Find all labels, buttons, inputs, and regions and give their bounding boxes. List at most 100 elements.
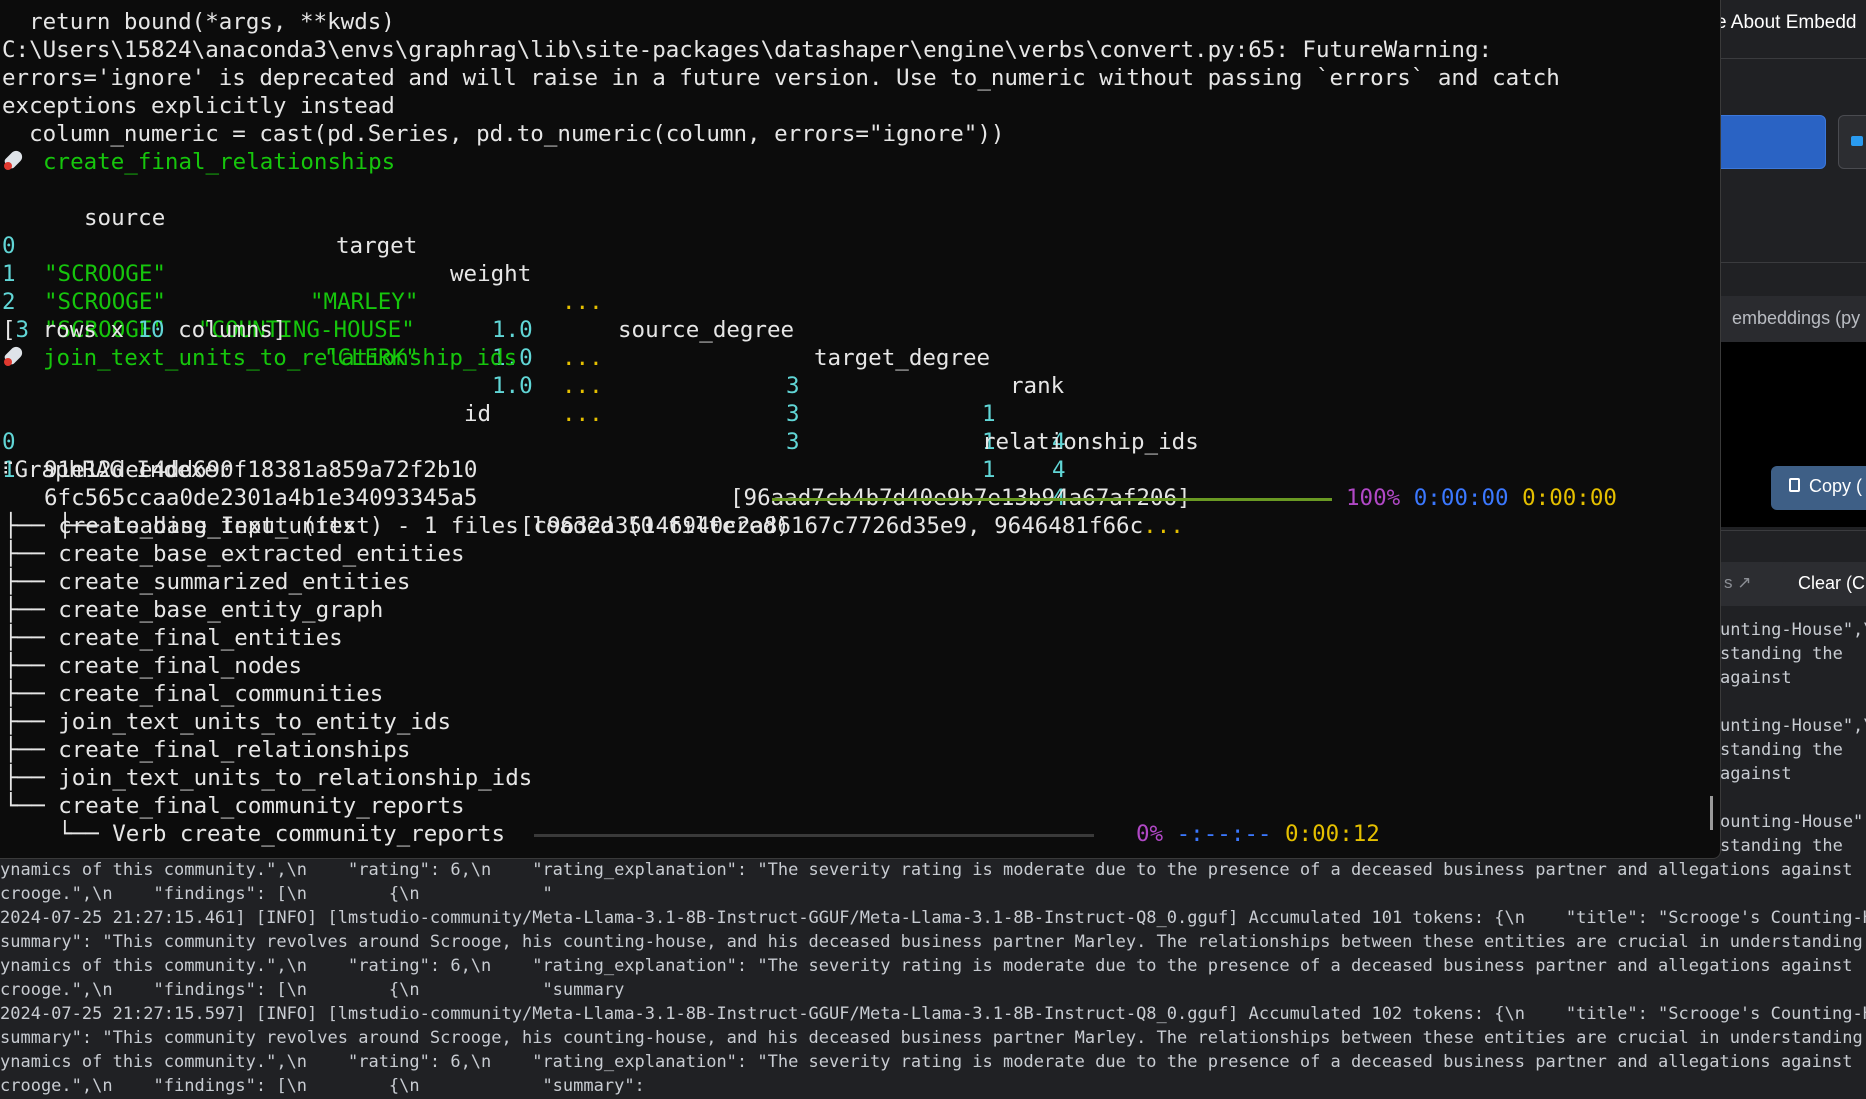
col-header-source: source [84, 205, 166, 231]
tree-item-label: join_text_units_to_entity_ids [58, 709, 452, 735]
tree-branch-icon: ├── [4, 681, 45, 707]
table-summary: [3 rows x 10 columns] [2, 316, 286, 344]
cell-source-degree: 3 [786, 401, 800, 427]
log-line: summary": "This community revolves aroun… [0, 1028, 1866, 1048]
tree-item-loading: ├── Loading Input (text) - 1 files loade… [4, 484, 790, 539]
log-line: standing the [1720, 836, 1843, 856]
col-header-ellipsis: ... [562, 289, 603, 315]
cell-source: "SCROOGE" [44, 261, 166, 287]
tree-item: ├── create_final_nodes [4, 652, 302, 680]
log-line: summary": "This community revolves aroun… [0, 932, 1866, 952]
col-header-weight: weight [450, 261, 532, 287]
loading-progress-stats: 100% 0:00:00 0:00:00 [1346, 484, 1617, 512]
cell-weight: 1.0 [492, 317, 533, 343]
summary-text: columns] [164, 317, 287, 343]
log-line: standing the [1720, 644, 1843, 664]
workflow-step-name: join_text_units_to_relationship_ids [43, 345, 518, 371]
verb-elapsed: 0:00:12 [1285, 821, 1380, 847]
tree-branch-icon: ├── [4, 765, 45, 791]
tree-item-label: create_base_entity_graph [58, 597, 384, 623]
tree-branch-icon: ├── [4, 737, 45, 763]
terminal-line: return bound(*args, **kwds) [2, 9, 395, 35]
table-row: 2 "SCROOGE" "CLERK" 1.0 ... 3 1 4 [0, 260, 1066, 511]
log-line: ynamics of this community.",\n "rating":… [0, 956, 1853, 976]
tree-item: ├── join_text_units_to_entity_ids [4, 708, 451, 736]
tree-item-label: create_base_extracted_entities [58, 541, 465, 567]
table-row: 1 6fc565ccaa0de2301a4b1e34093345a5 [c963… [0, 428, 1184, 539]
tree-item-label: create_final_nodes [58, 653, 303, 679]
cell-weight: 1.0 [492, 373, 533, 399]
rocket-icon [2, 344, 27, 369]
spinner-icon: ⠏ [2, 460, 15, 480]
col-header-target-degree: target_degree [814, 345, 991, 371]
tree-branch-icon: ├── [4, 597, 45, 623]
tree-item: ├── create_base_entity_graph [4, 596, 383, 624]
rocket-icon [2, 148, 27, 173]
table-row: 1 "SCROOGE" "COUNTING-HOUSE" 1.0 ... 3 1… [0, 232, 1066, 483]
col-header-id: id [464, 401, 492, 427]
tree-item-label: create_final_relationships [58, 737, 411, 763]
workflow-step-heading: create_final_relationships [2, 148, 395, 176]
verb-eta: -:--:-- [1176, 821, 1272, 847]
loading-remaining: 0:00:00 [1522, 485, 1617, 511]
cell-source: "SCROOGE" [44, 289, 166, 315]
log-line: ynamics of this community.",\n "rating":… [0, 1052, 1853, 1072]
tree-subitem-verb: └── Verb create_community_reports [58, 820, 505, 848]
loading-elapsed: 0:00:00 [1413, 485, 1509, 511]
tree-item-label: create_final_entities [58, 625, 343, 651]
cell-ellipsis: ... [562, 345, 603, 371]
table-row: 0 "SCROOGE" "MARLEY" 1.0 ... 3 1 4 [0, 204, 1066, 455]
workflow-step-heading: join_text_units_to_relationship_ids [2, 344, 517, 372]
table-header-row: source target weight ... source_degree t… [0, 176, 1064, 399]
log-line: against [1720, 668, 1792, 688]
tree-item-label: create_summarized_entities [58, 569, 411, 595]
terminal-line: errors='ignore' is deprecated and will r… [2, 65, 1560, 91]
verb-progress-stats: 0% -:--:-- 0:00:12 [1136, 820, 1380, 848]
tree-item: ├── create_base_extracted_entities [4, 540, 465, 568]
indexer-title-text: GraphRAG Indexer [14, 457, 232, 483]
terminal-scrollbar[interactable] [1710, 796, 1713, 830]
summary-col-count: 10 [137, 317, 165, 343]
cell-source-degree: 3 [786, 429, 800, 455]
tree-branch-icon: └── [4, 793, 45, 819]
summary-row-count: 3 [15, 317, 30, 343]
tree-item-label: create_final_community_reports [58, 793, 465, 819]
log-line: ynamics of this community.",\n "rating":… [0, 860, 1853, 880]
tree-item-label: create_base_text_units [58, 513, 357, 539]
cell-target-degree: 1 [982, 401, 996, 427]
col-header-target: target [336, 233, 418, 259]
terminal-window[interactable]: return bound(*args, **kwds) C:\Users\158… [0, 0, 1721, 859]
cell-rank: 4 [1052, 457, 1066, 483]
tree-branch-icon: ├── [4, 653, 45, 679]
tree-branch-icon: └── [58, 821, 99, 847]
log-line: crooge.",\n "findings": [\n {\n "summary… [0, 1076, 645, 1096]
tree-item: └── create_final_community_reports [4, 792, 465, 820]
tree-branch-icon: ├── [4, 513, 45, 539]
tree-item-label: join_text_units_to_relationship_ids [58, 765, 533, 791]
tree-item: ├── create_final_relationships [4, 736, 410, 764]
tree-item: ├── join_text_units_to_relationship_ids [4, 764, 532, 792]
log-line: ounting-House", [1720, 812, 1866, 832]
tree-branch-icon: ├── [4, 569, 45, 595]
tree-item: ├── create_base_text_units [4, 512, 356, 540]
loading-percent: 100% [1346, 485, 1401, 511]
cell-ellipsis: ... [562, 373, 603, 399]
cell-target: "MARLEY" [310, 289, 419, 315]
table-row: 0 91e12dee4dd690f18381a859a72f2b10 [96aa… [0, 400, 1191, 511]
tree-branch-icon: ├── [4, 709, 45, 735]
terminal-line: C:\Users\15824\anaconda3\envs\graphrag\l… [2, 37, 1493, 63]
tree-branch-icon: ├── [4, 541, 45, 567]
loading-progress-bar [772, 498, 1332, 501]
log-line: standing the [1720, 740, 1843, 760]
summary-text: [ [2, 317, 16, 343]
row-index: 2 [2, 289, 16, 315]
terminal-line: column_numeric = cast(pd.Series, pd.to_n… [2, 121, 1005, 147]
log-line: crooge.",\n "findings": [\n {\n " [0, 884, 553, 904]
verb-percent: 0% [1136, 821, 1164, 847]
log-line: crooge.",\n "findings": [\n {\n "summary [0, 980, 625, 1000]
tree-item: ├── create_final_entities [4, 624, 343, 652]
col-header-rank: rank [1010, 373, 1065, 399]
workflow-step-name: create_final_relationships [43, 149, 396, 175]
cell-ellipsis: ... [562, 401, 603, 427]
cell-target-degree: 1 [982, 457, 996, 483]
